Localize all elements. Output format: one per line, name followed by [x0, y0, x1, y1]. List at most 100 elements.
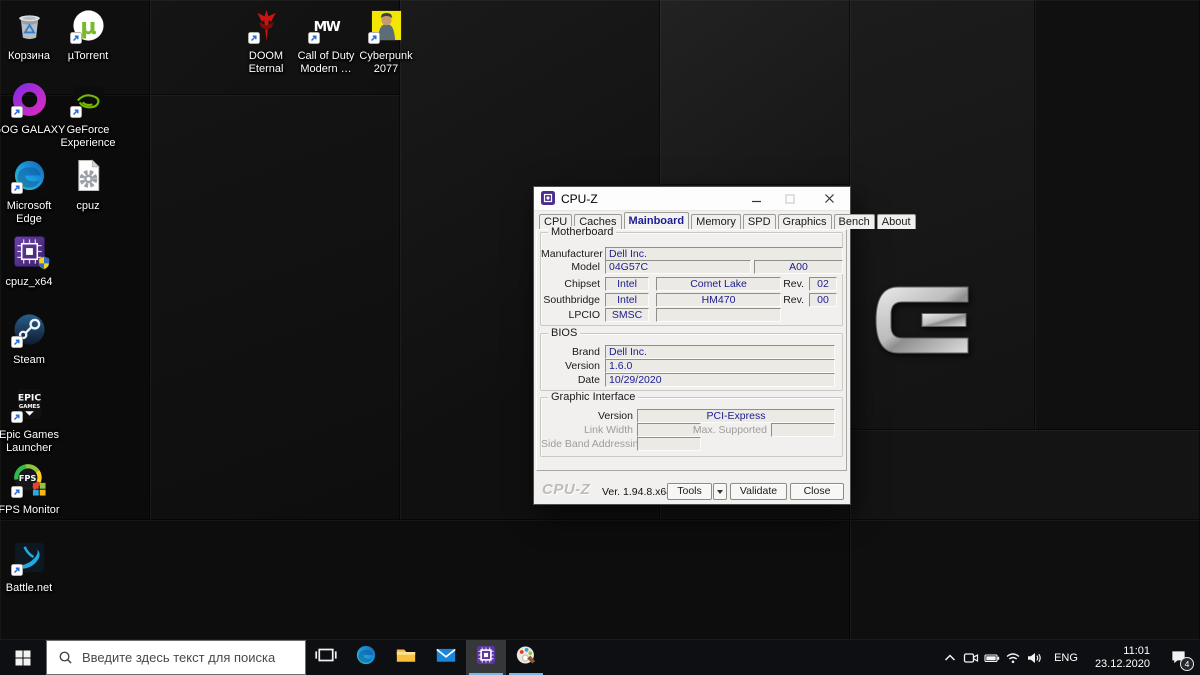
gi-max-supported-value [771, 423, 835, 437]
desktop-icon-geforce[interactable]: GeForceExperience [44, 82, 132, 150]
shortcut-arrow-icon [11, 486, 23, 498]
shortcut-arrow-icon [368, 32, 380, 44]
bios-brand-label: Brand [541, 346, 600, 358]
manufacturer-value: Dell Inc. [605, 247, 843, 261]
taskbar-file-explorer-button[interactable] [386, 640, 426, 675]
gi-side-band-label: Side Band Addressing [541, 438, 633, 450]
motherboard-group: Motherboard Manufacturer Dell Inc. Model… [540, 232, 843, 326]
close-window-button[interactable]: Close [790, 483, 844, 500]
chipset-vendor-value: Intel [605, 277, 649, 291]
desktop-icon-label: 2077 [342, 63, 430, 76]
taskbar-apps [306, 640, 546, 675]
tab-about[interactable]: About [877, 214, 916, 229]
desktop-icon-cyberpunk[interactable]: Cyberpunk2077 [342, 8, 430, 76]
doom-icon [249, 8, 284, 43]
notification-badge: 4 [1180, 657, 1194, 671]
maximize-button [773, 187, 807, 210]
bios-group: BIOS Brand Dell Inc. Version 1.6.0 Date … [540, 333, 843, 391]
minimize-button[interactable] [739, 187, 773, 210]
taskbar-mail-button[interactable] [426, 640, 466, 675]
system-tray: ENG 11:01 23.12.2020 4 [939, 640, 1200, 675]
edge-icon [355, 644, 377, 671]
start-button[interactable] [0, 640, 46, 675]
desktop-icon-µtorrent[interactable]: µµTorrent [44, 8, 132, 63]
bios-date-value: 10/29/2020 [605, 373, 835, 387]
southbridge-label: Southbridge [541, 294, 600, 306]
wallpaper-panel [660, 0, 850, 185]
model-label: Model [541, 261, 600, 273]
shortcut-arrow-icon [11, 106, 23, 118]
svg-text:FPS: FPS [18, 473, 36, 483]
taskbar-edge-button[interactable] [346, 640, 386, 675]
tools-dropdown-button[interactable] [713, 483, 727, 500]
desktop-icon-label: FPS Monitor [0, 504, 73, 517]
shortcut-arrow-icon [11, 564, 23, 576]
task-view-icon [315, 644, 337, 671]
window-titlebar[interactable]: CPU-Z [534, 187, 850, 211]
desktop-icon-epic-games[interactable]: EPICGAMES Epic GamesLauncher [0, 387, 73, 455]
tab-memory[interactable]: Memory [691, 214, 741, 229]
tab-bench[interactable]: Bench [834, 214, 875, 229]
mail-icon [435, 644, 457, 671]
window-title: CPU-Z [561, 192, 598, 206]
svg-text:GAMES: GAMES [18, 404, 39, 410]
chipset-rev-value: 02 [809, 277, 837, 291]
gi-side-band-value [637, 437, 701, 451]
taskbar-cpuz-button[interactable] [466, 640, 506, 675]
validate-button[interactable]: Validate [730, 483, 787, 500]
motherboard-group-label: Motherboard [548, 226, 616, 238]
shortcut-arrow-icon [11, 182, 23, 194]
svg-text:EPIC: EPIC [17, 393, 40, 404]
shortcut-arrow-icon [70, 32, 82, 44]
desktop-icon-cpuz-x64[interactable]: cpuz_x64 [0, 234, 73, 289]
southbridge-rev-value: 00 [809, 293, 837, 307]
search-input[interactable] [82, 650, 292, 665]
taskbar-search[interactable] [46, 640, 306, 675]
tab-mainboard[interactable]: Mainboard [624, 212, 690, 229]
desktop-icon-battle-net[interactable]: Battle.net [0, 540, 73, 595]
search-icon [58, 650, 73, 665]
meet-now-icon[interactable] [960, 640, 981, 675]
wallpaper-panel [850, 520, 1200, 640]
bios-version-value: 1.6.0 [605, 359, 835, 373]
dropdown-arrow-icon [717, 490, 723, 494]
desktop-icon-cpuz[interactable]: cpuz [44, 158, 132, 213]
volume-icon[interactable] [1023, 640, 1044, 675]
tools-button[interactable]: Tools [667, 483, 712, 500]
gi-max-supported-label: Max. Supported [675, 424, 767, 436]
action-center-button[interactable]: 4 [1160, 640, 1196, 675]
bios-group-label: BIOS [548, 327, 580, 339]
desktop-icon-label: Launcher [0, 442, 73, 455]
desktop-icon-label: Epic Games [0, 429, 73, 442]
cpuz-app-icon [540, 190, 556, 206]
cpuzdoc-icon [71, 158, 106, 193]
cpuz-footer-logo: CPU-Z [542, 481, 590, 498]
paint-icon [515, 644, 537, 671]
desktop-icon-label: Edge [0, 213, 73, 226]
utorrent-icon: µ [71, 8, 106, 43]
gog-icon [12, 82, 47, 117]
shortcut-arrow-icon [11, 411, 23, 423]
desktop-icon-steam[interactable]: Steam [0, 312, 73, 367]
tab-spd[interactable]: SPD [743, 214, 776, 229]
recyclebin-icon [12, 8, 47, 43]
chevron-up-icon[interactable] [939, 640, 960, 675]
chipset-label: Chipset [541, 278, 600, 290]
uac-shield-icon [38, 256, 50, 270]
gi-version-value: PCI-Express [637, 409, 835, 423]
taskbar-task-view-button[interactable] [306, 640, 346, 675]
clock[interactable]: 11:01 23.12.2020 [1088, 645, 1157, 671]
wifi-icon[interactable] [1002, 640, 1023, 675]
svg-text:µ: µ [80, 14, 96, 40]
close-button[interactable] [812, 187, 846, 210]
wallpaper-panel [850, 430, 1200, 520]
language-indicator[interactable]: ENG [1047, 652, 1085, 664]
desktop-icon-fps-monitor[interactable]: FPS FPS Monitor [0, 462, 73, 517]
taskbar-paint-button[interactable] [506, 640, 546, 675]
battery-icon[interactable] [981, 640, 1002, 675]
desktop-icon-label: GeForce [44, 124, 132, 137]
tab-graphics[interactable]: Graphics [778, 214, 832, 229]
chipset-rev-label: Rev. [761, 278, 804, 290]
manufacturer-label: Manufacturer [541, 248, 600, 260]
cpuz-window: CPU-Z CPUCachesMainboardMemorySPDGraphic… [533, 186, 851, 505]
